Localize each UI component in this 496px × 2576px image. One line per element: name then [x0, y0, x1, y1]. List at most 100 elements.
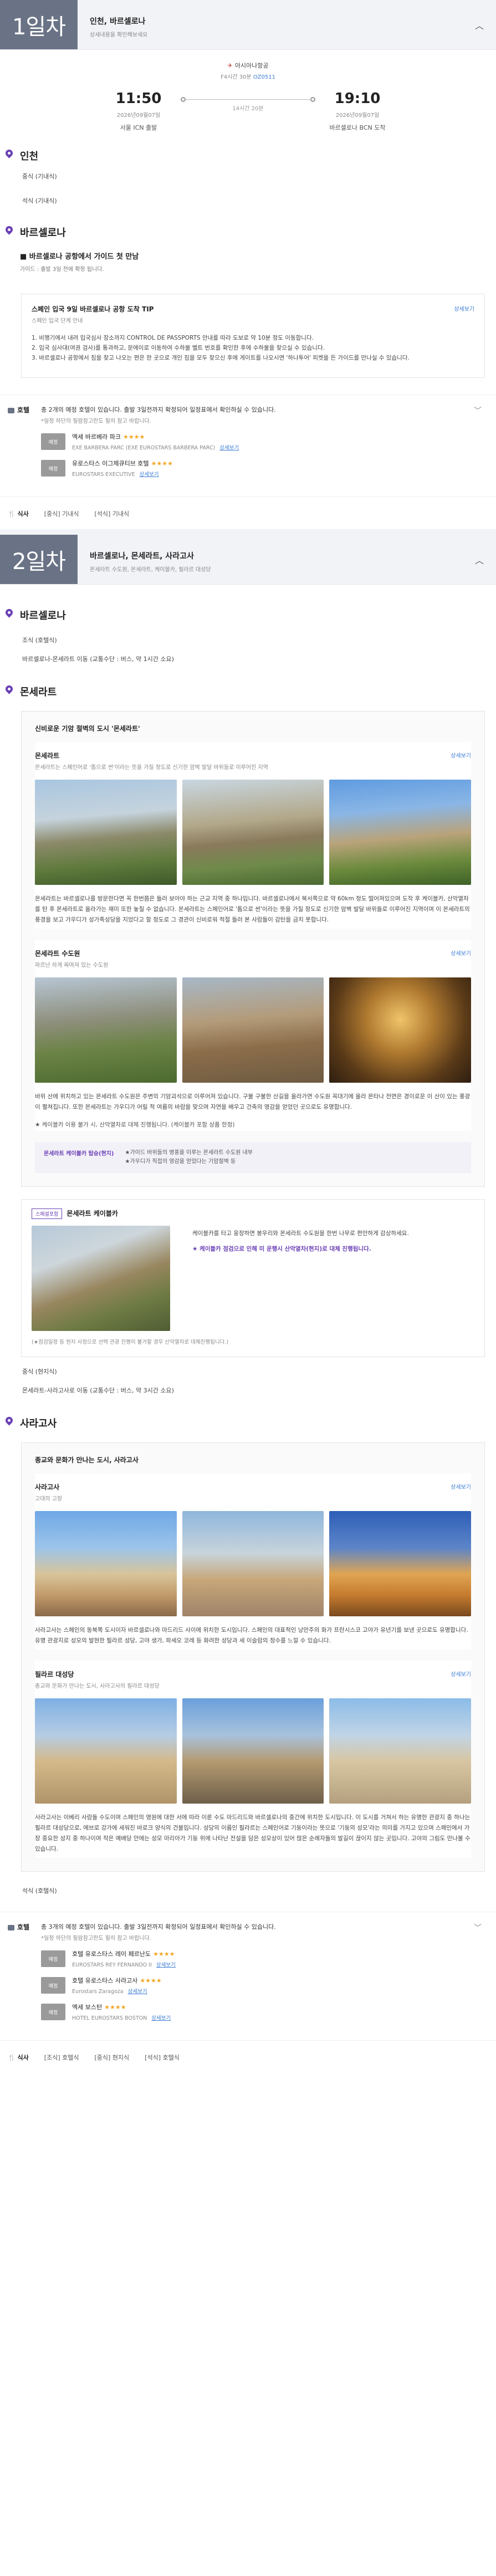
basilica-photo — [182, 1698, 324, 1804]
meal-line: 중식 (기내식) — [22, 173, 57, 180]
departure-date: 2026년09월07일 — [116, 112, 161, 119]
hotel-thumb: 예정 — [41, 433, 65, 450]
tip-line: 2. 입국 심사대(여권 검사)를 통과하고, 문에이로 이동하여 수하물 벨트… — [32, 345, 325, 351]
flight-duration-label: F4시간 30분 — [221, 74, 252, 80]
transport-line: 몬세라트-사라고사로 이동 (교통수단 : 버스, 약 3시간 소요) — [22, 1387, 174, 1394]
detail-link[interactable]: 상세보기 — [451, 949, 471, 958]
star-rating-icon: ★★★★ — [151, 460, 173, 467]
detail-link[interactable]: 상세보기 — [451, 1482, 471, 1492]
attraction-desc: 사라고사는 이베리 사람들 수도이며 스페인의 영원에 대한 서에 따라 이룬 … — [35, 1814, 471, 1852]
hotel-detail-link[interactable]: 상세보기 — [156, 1962, 176, 1968]
attraction-note: ★ 케이블카 이용 불가 시, 산악열차로 대체 진행됩니다. (케이블카 포함… — [35, 1121, 235, 1128]
arrival-time: 19:10 — [334, 90, 381, 107]
hotel-name: 호텔 유로스타스 레이 페르난도 — [72, 1950, 151, 1958]
schedule-item: ■ 바르셀로나 공항에서 가이드 첫 만남 가이드 : 출발 3일 전에 확정 … — [20, 253, 139, 273]
hotel-row: 예정 유로스타스 이그제큐티브 호텔 ★★★★ EUROSTARS EXECUTI… — [41, 459, 474, 478]
day2-badge: 2일차 — [0, 535, 78, 584]
basilica-photo — [35, 1698, 177, 1804]
hotel-thumb: 예정 — [41, 460, 65, 477]
bed-icon — [8, 407, 14, 413]
meal-line: 조식 (호텔식) — [22, 637, 57, 644]
arrival-place: 바르셀로나 BCN 도착 — [329, 124, 386, 131]
hotel-row: 예정 엑세 보스턴 ★★★★ HOTEL EUROSTARS BOSTON 상세보기 — [41, 2003, 474, 2021]
meal-line: 중식 (현지식) — [22, 1368, 57, 1375]
option-band: 몬세라트 케이블카 탑승(현지) ★가이드 바위들의 병풍을 이루는 몬세라트 … — [35, 1142, 471, 1173]
chevron-up-icon[interactable]: ︿ — [463, 0, 496, 49]
hotel-name: 호텔 유로스타스 사라고사 — [72, 1977, 138, 1984]
basilica-photo — [329, 1698, 472, 1804]
flight-duration: 14시간 20분 — [232, 106, 264, 112]
hotel-row: 예정 엑세 바르베라 파크 ★★★★ EXE BARBERA PARC (EXE … — [41, 432, 474, 451]
detail-link[interactable]: 상세보기 — [454, 304, 474, 314]
attraction-desc: 바위 산에 위치하고 있는 몬세라트 수도원은 주변의 기암괴석으로 이루어져 … — [35, 1093, 471, 1110]
option-title: 몬세라트 케이블카 — [67, 1210, 118, 1217]
departure-place: 서울 ICN 출발 — [120, 124, 157, 131]
day2-subtitle: 몬세라트 수도원, 몬세라트, 케이블카, 필라르 대성당 — [90, 567, 211, 573]
attraction-title: 몬세라트 — [35, 752, 60, 760]
special-option-card: 스페셜포함 몬세라트 케이블카 케이블카를 타고 웅장하면 봉우리와 몬세라트 수… — [21, 1199, 485, 1357]
hotel-name: 유로스타스 이그제큐티브 호텔 — [72, 460, 149, 467]
mountain-photo — [182, 780, 324, 885]
flight-number[interactable]: OZ0511 — [253, 74, 275, 80]
hotel-section: 호텔 총 2개의 예정 호텔이 있습니다. 출발 3일전까지 확정되어 일정표에… — [0, 395, 496, 483]
hotel-detail-link[interactable]: 상세보기 — [140, 472, 159, 478]
box-lead: 종교와 문화가 만나는 도시, 사라고사 — [35, 1456, 139, 1464]
star-rating-icon: ★★★★ — [153, 1950, 175, 1958]
attraction-card: 몬세라트 상세보기 몬세라트는 스페인어로 '톱으로 썬'이라는 뜻을 가질 정… — [35, 742, 472, 929]
day1-header[interactable]: 1일차 인천, 바르셀로나 상세내용을 확인해보세요 ︿ — [0, 0, 496, 50]
attraction-title: 몬세라트 수도원 — [35, 950, 80, 957]
hotel-detail-link[interactable]: 상세보기 — [128, 1989, 147, 1995]
hotel-detail-link[interactable]: 상세보기 — [151, 2015, 171, 2021]
chevron-up-icon[interactable]: ︿ — [463, 535, 496, 584]
city-zaragoza: 사라고사 — [0, 1409, 496, 1433]
detail-link[interactable]: 상세보기 — [451, 1669, 471, 1679]
departure-time: 11:50 — [115, 90, 162, 107]
chevron-down-icon[interactable]: ﹀ — [474, 405, 485, 478]
airline-name: 아시아나항공 — [234, 62, 269, 69]
city-barcelona: 바르셀로나 — [0, 218, 496, 243]
hotel-section: 호텔 총 3개의 예정 호텔이 있습니다. 출발 3일전까지 확정되어 일정표에… — [0, 1912, 496, 2027]
tip-line: 3. 바르셀로나 공항에서 짐을 찾고 나오는 편은 한 곳으로 개인 짐을 모… — [32, 355, 410, 361]
city-montserrat: 몬세라트 — [0, 678, 496, 702]
hotel-notice: 총 2개의 예정 호텔이 있습니다. 출발 3일전까지 확정되어 일정표에서 확… — [41, 406, 276, 413]
montserrat-box: 신비로운 기암 절벽의 도시 '몬세라트' 몬세라트 상세보기 몬세라트는 스페… — [21, 711, 485, 1187]
day2-header[interactable]: 2일차 바르셀로나, 몬세라트, 사라고사 몬세라트 수도원, 몬세라트, 케이… — [0, 535, 496, 585]
hotel-detail-link[interactable]: 상세보기 — [219, 445, 239, 451]
hotel-notice-sub: *일정 하단의 필람참고란도 필히 참고 바랍니다. — [41, 1935, 151, 1942]
flight-route-line: 14시간 20분 — [177, 90, 319, 112]
tip-line: 1. 비행기에서 내려 입국심사 장소까지 CONTROL DE PASSPOR… — [32, 335, 314, 341]
city-barcelona: 바르셀로나 — [0, 601, 496, 626]
arrival: 19:10 2026년09월07일 바르셀로나 BCN 도착 — [319, 90, 396, 132]
day1-badge: 1일차 — [0, 0, 78, 49]
monastery-photo — [35, 977, 177, 1083]
cable-car-photo — [32, 1226, 170, 1331]
departure: 11:50 2026년09월07일 서울 ICN 출발 — [100, 90, 177, 132]
chevron-down-icon[interactable]: ﹀ — [474, 1922, 485, 2021]
tip-box: 스페인 입국 9일 바르셀로나 공항 도착 TIP 상세보기 스페인 입국 단계… — [21, 294, 485, 378]
star-rating-icon: ★★★★ — [122, 433, 145, 441]
attraction-title: 사라고사 — [35, 1483, 60, 1491]
meal-line: 석식 (호텔식) — [22, 1887, 57, 1894]
attraction-desc: 사라고사는 스페인의 동북쪽 도시이자 바르셀로나와 마드리드 사이에 위치한 … — [35, 1627, 468, 1644]
fork-icon: 🍴 — [8, 2054, 16, 2061]
special-tag: 스페셜포함 — [32, 1208, 63, 1219]
day1-info: 인천, 바르셀로나 상세내용을 확인해보세요 — [78, 0, 463, 49]
mountain-photo — [35, 780, 177, 885]
attraction-card: 사라고사 상세보기 고대의 고장 사라고사는 스페인의 동북쪽 도시이자 바르셀… — [35, 1473, 472, 1650]
detail-link[interactable]: 상세보기 — [451, 751, 471, 760]
tip-subtitle: 스페인 입국 단계 안내 — [32, 318, 83, 324]
hotel-row: 예정 호텔 유로스타스 사라고사 ★★★★ Eurostars Zaragoza 상… — [41, 1976, 474, 1995]
meal-line: 석식 (기내식) — [22, 197, 57, 204]
meal-summary: 🍴 식사 [중식] 기내식 [석식] 기내식 — [0, 496, 496, 529]
hotel-row: 예정 호텔 유로스타스 레이 페르난도 ★★★★ EUROSTARS REY FE… — [41, 1949, 474, 1968]
meal-summary: 🍴 식사 [조식] 호텔식 [중식] 현지식 [석식] 호텔식 — [0, 2040, 496, 2073]
monastery-interior-photo — [329, 977, 472, 1083]
hotel-thumb: 예정 — [41, 1977, 65, 1994]
airline-logo-icon: ✈ — [227, 62, 233, 69]
transport-line: 바르셀로나-몬세라트 이동 (교통수단 : 버스, 약 1시간 소요) — [22, 655, 174, 663]
attraction-card: 몬세라트 수도원 상세보기 파르난 하게 짜여져 있는 수도원 바위 산에 위치… — [35, 940, 472, 1131]
day2-title: 바르셀로나, 몬세라트, 사라고사 — [90, 552, 194, 561]
monastery-photo — [182, 977, 324, 1083]
day1-subtitle: 상세내용을 확인해보세요 — [90, 32, 148, 38]
zaragoza-photo — [35, 1511, 177, 1616]
